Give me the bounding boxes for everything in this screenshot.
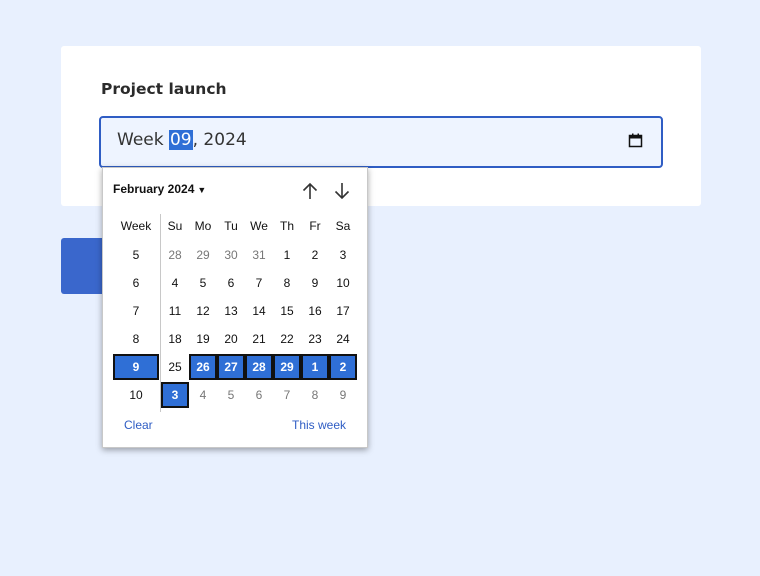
month-label: February 2024 [113, 182, 195, 196]
day-cell[interactable]: 28 [161, 242, 189, 268]
day-cell[interactable]: 17 [329, 298, 357, 324]
day-cell[interactable]: 29 [273, 354, 301, 380]
day-cell[interactable]: 30 [217, 242, 245, 268]
day-cell[interactable]: 31 [245, 242, 273, 268]
day-cell[interactable]: 5 [217, 382, 245, 408]
weekday-header: Sa [335, 219, 351, 233]
day-cell[interactable]: 15 [273, 298, 301, 324]
week-picker-popup: February 2024 ▼ Week Su Mo Tu We Th Fr Sa 5 28 29 30… [102, 167, 368, 448]
weekday-header: Mo [194, 219, 212, 233]
weekday-header: We [250, 219, 268, 233]
arrow-down-icon[interactable] [331, 180, 353, 202]
weekday-header: Tu [224, 219, 238, 233]
day-cell[interactable]: 7 [273, 382, 301, 408]
field-label: Project launch [101, 80, 227, 98]
day-cell[interactable]: 6 [217, 270, 245, 296]
day-cell[interactable]: 24 [329, 326, 357, 352]
day-cell[interactable]: 20 [217, 326, 245, 352]
week-year-segment[interactable]: , 2024 [193, 130, 247, 150]
day-cell[interactable]: 29 [189, 242, 217, 268]
week-input[interactable]: Week 09, 2024 [99, 116, 663, 168]
week-number-cell[interactable]: 10 [114, 382, 158, 408]
this-week-button[interactable]: This week [292, 418, 346, 432]
arrow-up-icon[interactable] [299, 180, 321, 202]
day-cell[interactable]: 6 [245, 382, 273, 408]
day-cell[interactable]: 2 [301, 242, 329, 268]
day-cell[interactable]: 27 [217, 354, 245, 380]
week-number-cell[interactable]: 6 [114, 270, 158, 296]
calendar-icon[interactable] [628, 133, 643, 148]
weekday-header: Su [167, 219, 183, 233]
weekday-header: Th [279, 219, 294, 233]
day-cell[interactable]: 9 [329, 382, 357, 408]
week-number-cell[interactable]: 9 [113, 354, 159, 380]
day-cell[interactable]: 11 [161, 298, 189, 324]
day-cell[interactable]: 9 [301, 270, 329, 296]
week-value[interactable]: Week 09, 2024 [117, 130, 247, 150]
day-cell[interactable]: 1 [301, 354, 329, 380]
day-cell[interactable]: 2 [329, 354, 357, 380]
month-year-toggle[interactable]: February 2024 ▼ [113, 182, 206, 196]
day-cell[interactable]: 4 [161, 270, 189, 296]
week-prefix: Week [117, 130, 169, 150]
day-cell[interactable]: 7 [245, 270, 273, 296]
week-number-cell[interactable]: 8 [114, 326, 158, 352]
day-cell[interactable]: 4 [189, 382, 217, 408]
day-cell[interactable]: 3 [161, 382, 189, 408]
day-cell[interactable]: 28 [245, 354, 273, 380]
day-cell[interactable]: 1 [273, 242, 301, 268]
day-cell[interactable]: 16 [301, 298, 329, 324]
day-cell[interactable]: 14 [245, 298, 273, 324]
weekday-header: Fr [309, 219, 321, 233]
caret-down-icon: ▼ [197, 185, 207, 195]
day-cell[interactable]: 25 [161, 354, 189, 380]
week-number-segment[interactable]: 09 [168, 130, 193, 150]
day-cell[interactable]: 3 [329, 242, 357, 268]
day-cell[interactable]: 5 [189, 270, 217, 296]
day-cell[interactable]: 19 [189, 326, 217, 352]
day-cell[interactable]: 8 [301, 382, 329, 408]
day-cell[interactable]: 8 [273, 270, 301, 296]
day-cell[interactable]: 21 [245, 326, 273, 352]
week-number-cell[interactable]: 5 [114, 242, 158, 268]
week-column-header: Week [120, 219, 152, 233]
day-cell[interactable]: 10 [329, 270, 357, 296]
day-cell[interactable]: 22 [273, 326, 301, 352]
clear-button[interactable]: Clear [124, 418, 153, 432]
day-cell[interactable]: 13 [217, 298, 245, 324]
week-number-cell[interactable]: 7 [114, 298, 158, 324]
day-cell[interactable]: 26 [189, 354, 217, 380]
day-cell[interactable]: 23 [301, 326, 329, 352]
day-cell[interactable]: 18 [161, 326, 189, 352]
day-cell[interactable]: 12 [189, 298, 217, 324]
